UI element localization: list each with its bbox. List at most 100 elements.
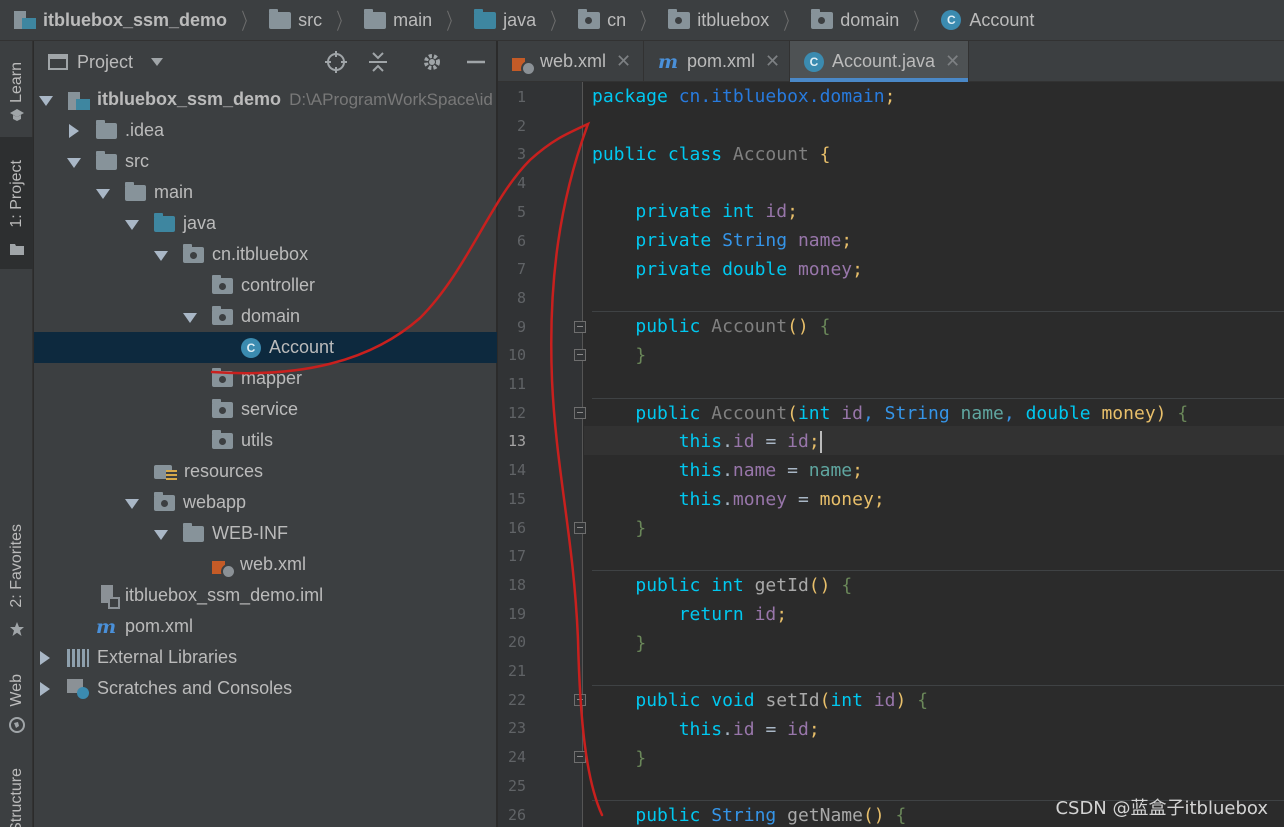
breadcrumb-cn[interactable]: cn [578, 0, 626, 41]
tree-item-scratches[interactable]: Scratches and Consoles [34, 673, 497, 704]
fold-marker-icon[interactable] [574, 349, 586, 361]
breadcrumb-java[interactable]: java [474, 0, 536, 41]
package-icon [212, 305, 233, 325]
line-number: 25 [507, 777, 526, 795]
expand-arrow-icon[interactable] [95, 186, 110, 200]
project-panel: Project itbluebox_ssm_demo D:\AProgramWo… [34, 41, 497, 827]
code-token: public [635, 575, 701, 596]
code-token: id [732, 719, 755, 740]
code-line: } [635, 345, 647, 366]
window-icon [48, 54, 68, 70]
tree-item-service[interactable]: service [34, 394, 497, 425]
tool-tab-web[interactable]: Web [0, 661, 33, 737]
gear-icon[interactable] [420, 50, 444, 74]
tree-item-pom-xml[interactable]: m pom.xml [34, 611, 497, 642]
line-number: 19 [507, 605, 526, 623]
code-token: this [678, 431, 723, 452]
chevron-right-icon: 〉 [241, 9, 255, 34]
tree-item-label: src [125, 151, 149, 171]
tab-web-xml[interactable]: web.xml ✕ [498, 41, 644, 82]
collapse-all-icon[interactable] [366, 50, 390, 74]
package-icon [212, 429, 233, 449]
code-token: money [1101, 403, 1156, 424]
tree-item-web-xml[interactable]: web.xml [34, 549, 497, 580]
tree-item-main[interactable]: main [34, 177, 497, 208]
tree-item-resources[interactable]: resources [34, 456, 497, 487]
breadcrumb-project[interactable]: itbluebox_ssm_demo [14, 0, 227, 41]
code-editor[interactable]: 1 2 3 4 5 6 7 8 9 10 11 12 13 14 15 16 17 18 19 20 21 22 23 24 2… [498, 82, 1284, 827]
expand-arrow-icon[interactable] [153, 527, 168, 541]
expand-arrow-icon[interactable] [37, 650, 51, 665]
tree-item-controller[interactable]: controller [34, 270, 497, 301]
expand-arrow-icon[interactable] [153, 248, 168, 262]
locate-icon[interactable] [324, 50, 348, 74]
tree-item-java[interactable]: java [34, 208, 497, 239]
tree-item-webapp[interactable]: webapp [34, 487, 497, 518]
code-line: public int getId() { [635, 575, 853, 596]
tool-tab-favorites[interactable]: 2: Favorites [0, 511, 33, 643]
tree-item-iml[interactable]: itbluebox_ssm_demo.iml [34, 580, 497, 611]
code-token: Account [711, 316, 788, 337]
code-token: package [592, 86, 668, 107]
code-line: private double money; [635, 259, 863, 280]
fold-marker-icon[interactable] [574, 321, 586, 333]
fold-marker-icon[interactable] [574, 751, 586, 763]
tab-label: web.xml [540, 51, 607, 71]
tree-item-idea[interactable]: .idea [34, 115, 497, 146]
breadcrumb-itbluebox[interactable]: itbluebox [668, 0, 769, 41]
code-line: public Account(int id, String name, doub… [635, 403, 1189, 424]
tree-item-project-root[interactable]: itbluebox_ssm_demo D:\AProgramWorkSpace\… [34, 84, 497, 115]
tool-tab-structure[interactable]: Structure [0, 753, 33, 827]
expand-arrow-icon[interactable] [182, 310, 197, 324]
folder-icon [269, 8, 292, 29]
code-line: } [635, 748, 647, 769]
expand-arrow-icon[interactable] [124, 496, 139, 510]
tab-account-java[interactable]: C Account.java ✕ [790, 41, 969, 82]
breadcrumb-domain[interactable]: domain [811, 0, 899, 41]
tree-item-account[interactable]: C Account [34, 332, 497, 363]
expand-arrow-icon[interactable] [66, 155, 81, 169]
expand-arrow-icon[interactable] [38, 93, 53, 107]
close-icon[interactable]: ✕ [945, 51, 960, 72]
expand-arrow-icon[interactable] [124, 217, 139, 231]
code-token: id [765, 201, 788, 222]
line-number: 11 [507, 375, 526, 393]
project-view-selector[interactable]: Project [77, 52, 133, 73]
tree-item-web-inf[interactable]: WEB-INF [34, 518, 497, 549]
tree-item-domain[interactable]: domain [34, 301, 497, 332]
tree-item-cn-itbluebox[interactable]: cn.itbluebox [34, 239, 497, 270]
minimize-icon[interactable] [464, 50, 488, 74]
fold-marker-icon[interactable] [574, 522, 586, 534]
code-token: name [732, 460, 777, 481]
breadcrumb-account[interactable]: C Account [941, 0, 1034, 41]
breadcrumb-src[interactable]: src [269, 0, 322, 41]
line-number: 13 [507, 432, 526, 450]
expand-arrow-icon[interactable] [66, 123, 80, 138]
tool-tab-learn[interactable]: Learn [0, 47, 33, 129]
expand-arrow-icon[interactable] [37, 681, 51, 696]
tree-item-label: itbluebox_ssm_demo [97, 89, 282, 109]
tree-item-label: resources [184, 461, 264, 481]
fold-marker-icon[interactable] [574, 407, 586, 419]
chevron-down-icon[interactable] [151, 58, 163, 66]
close-icon[interactable]: ✕ [765, 51, 780, 72]
package-icon [183, 243, 204, 263]
code-token: id [732, 431, 755, 452]
tree-item-external-libraries[interactable]: External Libraries [34, 642, 497, 673]
package-icon [212, 367, 233, 387]
tree-item-mapper[interactable]: mapper [34, 363, 497, 394]
text-caret [819, 431, 822, 453]
tree-item-src[interactable]: src [34, 146, 497, 177]
code-token: money [732, 489, 788, 510]
tree-item-label: controller [241, 275, 316, 295]
breadcrumb-main[interactable]: main [364, 0, 432, 41]
tree-item-utils[interactable]: utils [34, 425, 497, 456]
breadcrumb-label: cn [607, 9, 627, 30]
module-file-icon [99, 584, 120, 609]
tab-pom-xml[interactable]: m pom.xml ✕ [644, 41, 790, 82]
fold-marker-icon[interactable] [574, 694, 586, 706]
close-icon[interactable]: ✕ [616, 51, 631, 72]
code-token: id [754, 604, 777, 625]
tool-tab-project[interactable]: 1: Project [0, 137, 33, 269]
breadcrumb-label: domain [840, 9, 900, 30]
